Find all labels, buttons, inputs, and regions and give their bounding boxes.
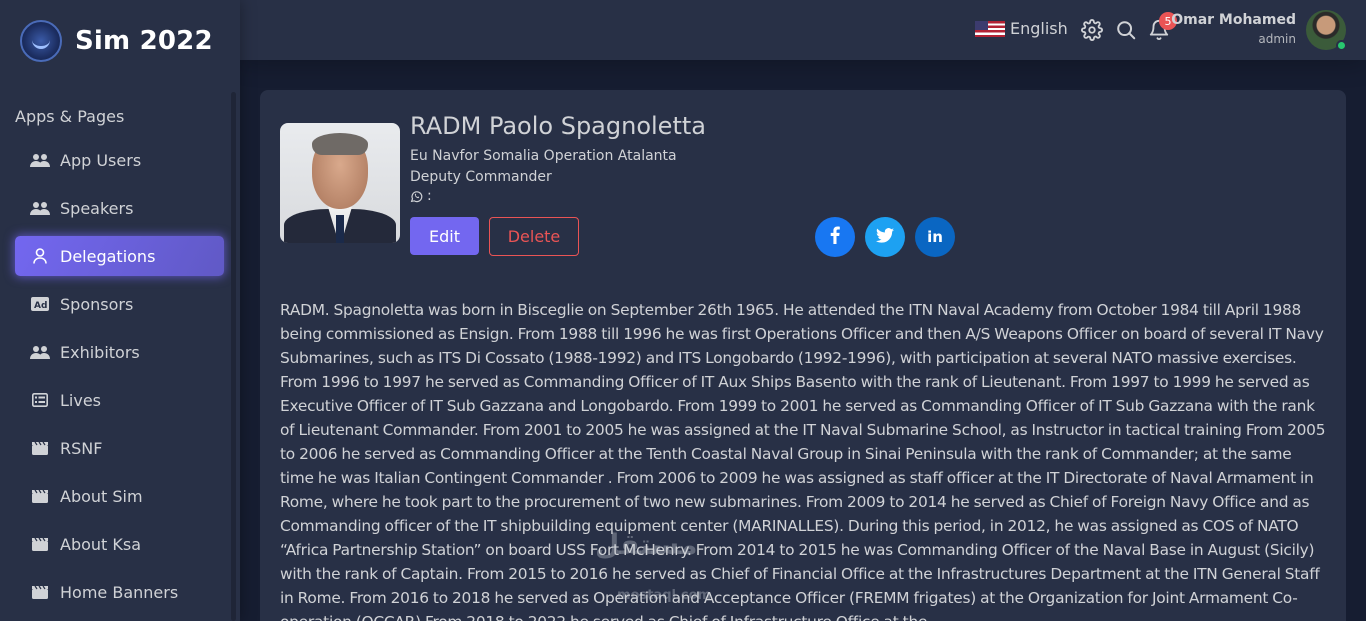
search-icon[interactable] xyxy=(1115,19,1137,41)
delete-button[interactable]: Delete xyxy=(489,217,579,256)
app-title: Sim 2022 xyxy=(75,26,213,56)
clapperboard-icon xyxy=(29,536,51,552)
users-icon xyxy=(29,344,51,360)
sidebar-item-lives[interactable]: Lives xyxy=(15,380,224,420)
users-icon xyxy=(29,200,51,216)
clapperboard-icon xyxy=(29,584,51,600)
sidebar-item-label: RSNF xyxy=(60,438,103,458)
sidebar-item-rsnf[interactable]: RSNF xyxy=(15,428,224,468)
gear-icon[interactable] xyxy=(1081,19,1103,41)
sidebar-item-sponsors[interactable]: Ad Sponsors xyxy=(15,284,224,324)
sidebar-item-label: Home Banners xyxy=(60,582,179,602)
sidebar-item-label: Speakers xyxy=(60,198,134,218)
topbar: English 5 Omar Mohamed admin xyxy=(240,0,1366,60)
list-icon xyxy=(29,392,51,408)
delegation-profile-card: RADM Paolo Spagnoletta Eu Navfor Somalia… xyxy=(260,90,1346,621)
profile-name: RADM Paolo Spagnoletta xyxy=(410,112,706,140)
us-flag-icon xyxy=(975,20,1005,37)
user-name[interactable]: Omar Mohamed xyxy=(1171,12,1296,28)
profile-position: Eu Navfor Somalia Operation Atalanta Dep… xyxy=(410,148,677,185)
sidebar-item-app-users[interactable]: App Users xyxy=(15,140,224,180)
brand[interactable]: Sim 2022 xyxy=(0,0,240,82)
linkedin-icon: in xyxy=(927,228,943,246)
menu-section-label: Apps & Pages xyxy=(15,107,125,126)
sidebar-item-about-ksa[interactable]: About Ksa xyxy=(15,524,224,564)
clapperboard-icon xyxy=(29,440,51,456)
users-icon xyxy=(29,152,51,168)
user-icon xyxy=(29,248,51,264)
sidebar-item-label: Lives xyxy=(60,390,102,410)
sidebar-item-label: Exhibitors xyxy=(60,342,140,362)
sidebar-item-label: App Users xyxy=(60,150,142,170)
whatsapp-icon xyxy=(410,190,423,203)
sidebar-item-about-sim[interactable]: About Sim xyxy=(15,476,224,516)
online-status-dot xyxy=(1336,40,1347,51)
phone-value: : xyxy=(427,188,432,204)
svg-text:Ad: Ad xyxy=(34,301,47,311)
profile-bio: RADM. Spagnoletta was born in Bisceglie … xyxy=(280,301,1326,621)
sidebar-item-label: About Sim xyxy=(60,486,143,506)
sim-logo xyxy=(20,20,62,62)
sidebar: Sim 2022 Apps & Pages App Users Speakers… xyxy=(0,0,240,621)
sidebar-item-home-banners[interactable]: Home Banners xyxy=(15,572,224,612)
clapperboard-icon xyxy=(29,488,51,504)
sidebar-menu: App Users Speakers Delegations Ad Sponso… xyxy=(15,140,224,620)
sidebar-item-label: About Ksa xyxy=(60,534,142,554)
facebook-button[interactable] xyxy=(815,217,855,257)
twitter-button[interactable] xyxy=(865,217,905,257)
twitter-icon xyxy=(876,227,894,247)
language-label: English xyxy=(1010,19,1068,38)
sidebar-item-label: Delegations xyxy=(60,246,156,266)
facebook-icon xyxy=(830,226,840,248)
edit-button[interactable]: Edit xyxy=(410,217,479,255)
ad-icon: Ad xyxy=(29,296,51,312)
phone-row: : xyxy=(410,188,432,204)
linkedin-button[interactable]: in xyxy=(915,217,955,257)
sidebar-item-speakers[interactable]: Speakers xyxy=(15,188,224,228)
user-role: admin xyxy=(1258,32,1296,46)
sidebar-scrollbar[interactable] xyxy=(231,92,236,621)
language-selector[interactable]: English xyxy=(975,19,1068,38)
sidebar-item-label: Sponsors xyxy=(60,294,134,314)
profile-photo xyxy=(280,123,400,243)
sidebar-item-exhibitors[interactable]: Exhibitors xyxy=(15,332,224,372)
sidebar-item-delegations[interactable]: Delegations xyxy=(15,236,224,276)
